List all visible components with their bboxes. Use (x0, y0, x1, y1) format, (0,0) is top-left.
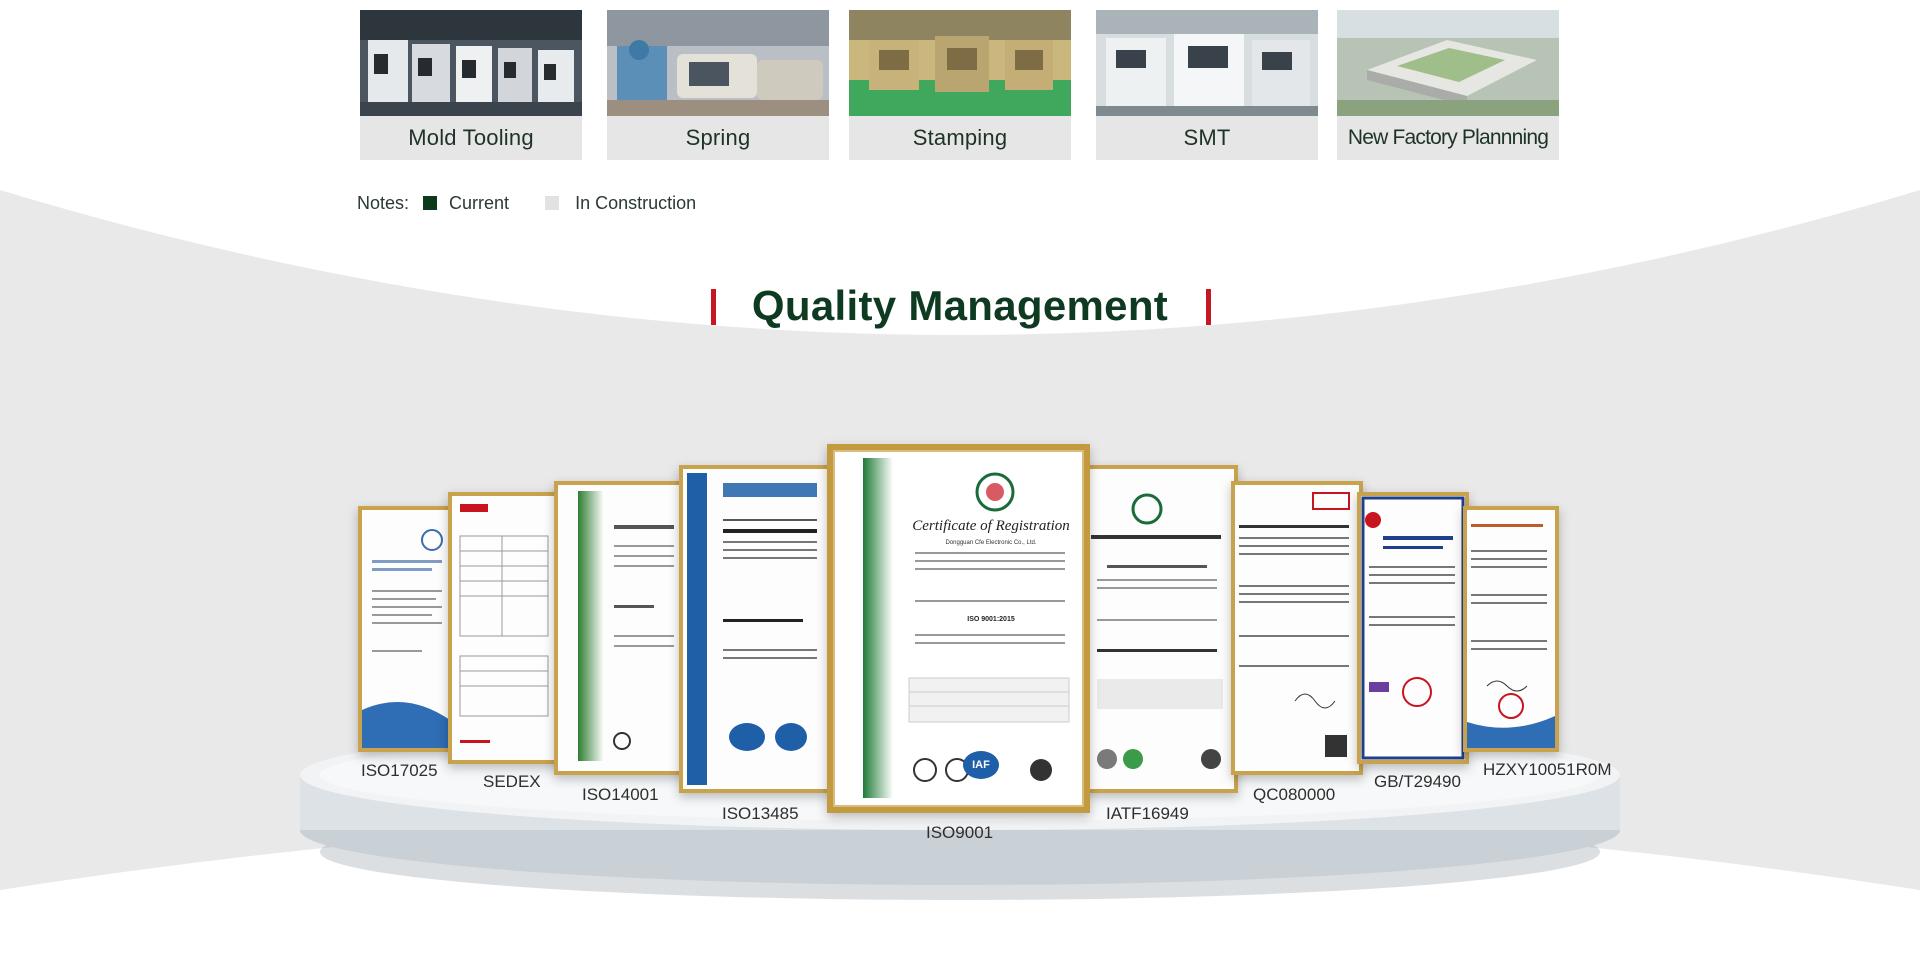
certificate-document (683, 469, 827, 789)
certificate-document (558, 485, 682, 771)
factory-card-label: SMT (1183, 125, 1231, 150)
legend: Notes: Current In Construction (357, 190, 696, 216)
certificate-document (1467, 510, 1555, 748)
legend-current-swatch (423, 196, 438, 210)
factory-card-label: Stamping (912, 125, 1008, 150)
section-title: Quality Management (751, 282, 1169, 329)
smt-photo (1096, 10, 1318, 116)
new-factory-photo (1337, 10, 1559, 116)
title-bar-right (1206, 289, 1211, 325)
certificate-document (452, 496, 556, 760)
certificate-label: ISO14001 (582, 785, 659, 804)
certificate-label: GB/T29490 (1374, 772, 1461, 791)
stamping-photo (849, 10, 1071, 116)
legend-construction-swatch (545, 196, 560, 210)
legend-construction-label: In Construction (575, 192, 697, 213)
certificate-document (1087, 469, 1234, 789)
iaf-seal-text: IAF (972, 759, 990, 771)
certificate-label: ISO13485 (722, 804, 799, 823)
factory-card-stamping[interactable]: Stamping (849, 10, 1071, 160)
mold-tooling-photo (360, 10, 582, 116)
legend-prefix: Notes: (357, 192, 410, 213)
factory-card-smt[interactable]: SMT (1096, 10, 1318, 160)
certificate-document: Certificate of Registration Dongguan Cfe… (833, 450, 1084, 807)
certificate-company: Dongguan Cfe Electronic Co., Ltd. (945, 540, 1037, 546)
certificate-label: IATF16949 (1106, 804, 1189, 823)
spring-photo (607, 10, 829, 116)
certificate-sedex[interactable] (448, 492, 560, 764)
certificate-gbt29490[interactable] (1357, 492, 1469, 764)
certificate-document (1361, 496, 1465, 760)
certificate-label: QC080000 (1253, 785, 1336, 804)
certificate-document (1235, 485, 1359, 771)
certificate-qc080000[interactable] (1231, 481, 1363, 775)
certificate-iso13485[interactable] (679, 465, 831, 793)
factory-card-label: Spring (685, 125, 751, 150)
factory-card-spring[interactable]: Spring (607, 10, 829, 160)
iaf-seal: IAF (963, 751, 999, 779)
legend-current-label: Current (449, 192, 510, 213)
factory-card-new-factory[interactable]: New Factory Plannning (1337, 10, 1559, 160)
factory-card-mold-tooling[interactable]: Mold Tooling (360, 10, 582, 160)
certificate-standard: ISO 9001:2015 (967, 616, 1015, 623)
certificate-iso17025[interactable] (358, 506, 454, 752)
certificate-document (362, 510, 450, 748)
certificate-iso9001[interactable]: Certificate of Registration Dongguan Cfe… (827, 444, 1090, 813)
certificate-artwork (835, 452, 1082, 805)
certificate-iatf16949[interactable] (1083, 465, 1238, 793)
certificate-label: ISO9001 (926, 823, 994, 842)
certificate-label: ISO17025 (361, 761, 438, 780)
factory-gallery: Mold Tooling Spring Stamping SMT New Fac… (0, 10, 1920, 162)
certificate-hzxy10051r0m[interactable] (1463, 506, 1559, 752)
certificate-iso14001[interactable] (554, 481, 686, 775)
factory-card-label: Mold Tooling (408, 125, 534, 150)
certificate-heading: Certificate of Registration (912, 518, 1070, 534)
certificate-label: HZXY10051R0M (1483, 760, 1612, 779)
factory-card-label: New Factory Plannning (1347, 126, 1549, 149)
certificate-label: SEDEX (483, 772, 541, 791)
